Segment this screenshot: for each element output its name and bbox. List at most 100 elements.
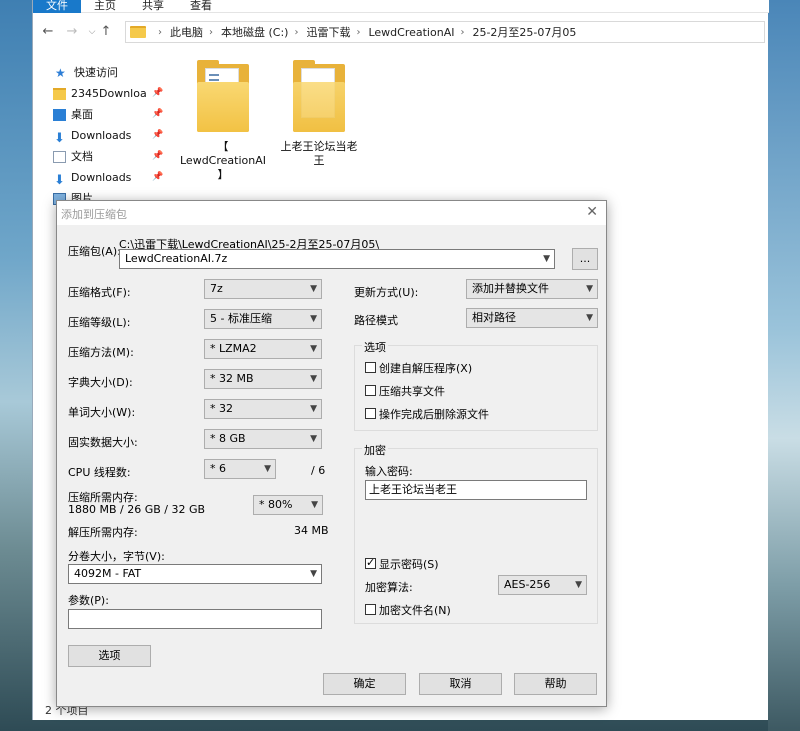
enc-method-value: AES-256 [504,578,551,591]
ok-button[interactable]: 确定 [323,673,406,695]
close-icon[interactable]: ✕ [586,204,598,220]
sidebar-item-documents[interactable]: 文档 [53,148,165,166]
update-label: 更新方式(U): [354,286,419,299]
mem-percent-value: * 80% [259,498,293,511]
solid-select[interactable]: * 8 GB ▼ [204,429,322,449]
chevron-right-icon[interactable]: › [158,27,162,38]
breadcrumb-item[interactable]: 此电脑 [170,24,203,40]
sidebar-item-label: 快速访问 [74,66,118,79]
chevron-right-icon[interactable]: › [294,27,298,38]
format-select[interactable]: 7z ▼ [204,279,322,299]
dict-select[interactable]: * 32 MB ▼ [204,369,322,389]
breadcrumb-item[interactable]: LewdCreationAI [368,26,454,39]
level-value: 5 - 标准压缩 [210,312,272,325]
chevron-down-icon: ▼ [310,284,317,294]
breadcrumb-item[interactable]: 本地磁盘 (C:) [221,24,288,40]
sidebar-item-label: 2345Downloa [71,87,147,100]
word-value: * 32 [210,402,233,415]
encrypt-names-checkbox[interactable]: 加密文件名(N) [365,602,451,618]
sidebar-item-2345downloads[interactable]: 2345Downloa [53,85,165,103]
chevron-right-icon[interactable]: › [209,27,213,38]
sidebar-item-quick-access[interactable]: ★ 快速访问 [55,64,167,82]
level-select[interactable]: 5 - 标准压缩 ▼ [204,309,322,329]
breadcrumb-item[interactable]: 25-2月至25-07月05 [472,24,576,40]
method-select[interactable]: * LZMA2 ▼ [204,339,322,359]
folder-name: 【 LewdCreationAI 】 [180,140,266,181]
options-button[interactable]: 选项 [68,645,151,667]
cpu-label: CPU 线程数: [68,466,131,479]
mem-decomp-label: 解压所需内存: [68,526,138,539]
chevron-right-icon[interactable]: › [356,27,360,38]
format-value: 7z [210,282,223,295]
mem-percent-select[interactable]: * 80% ▼ [253,495,323,515]
back-arrow-icon[interactable]: ← [39,22,57,42]
shared-files-checkbox-label: 压缩共享文件 [379,385,445,398]
checkbox-box [365,362,376,373]
update-select[interactable]: 添加并替换文件 ▼ [466,279,598,299]
sidebar-item-downloads[interactable]: ⬇ Downloads [53,127,165,145]
forward-arrow-icon[interactable]: → [63,22,81,42]
sfx-checkbox[interactable]: 创建自解压程序(X) [365,360,472,376]
show-password-checkbox[interactable]: 显示密码(S) [365,556,439,572]
chevron-down-icon: ▼ [310,314,317,324]
tab-file[interactable]: 文件 [33,0,81,13]
password-label: 输入密码: [365,465,413,478]
chevron-right-icon[interactable]: › [460,27,464,38]
desktop-wallpaper-strip [768,0,800,731]
params-label: 参数(P): [68,594,109,607]
update-value: 添加并替换文件 [472,282,549,295]
archive-name-value: LewdCreationAI.7z [125,252,228,265]
download-icon: ⬇ [54,131,65,145]
delete-after-checkbox[interactable]: 操作完成后删除源文件 [365,406,489,422]
sidebar-item-downloads-2[interactable]: ⬇ Downloads [53,169,165,187]
format-label: 压缩格式(F): [68,286,131,299]
pin-icon[interactable]: 📌 [152,109,163,119]
enc-method-label: 加密算法: [365,581,413,594]
folder-name: 上老王论坛当老 王 [280,140,358,167]
cancel-button[interactable]: 取消 [419,673,502,695]
method-value: * LZMA2 [210,342,257,355]
pin-icon[interactable]: 📌 [152,130,163,140]
volume-label: 分卷大小，字节(V): [68,550,165,563]
pathmode-label: 路径模式 [354,314,398,327]
up-arrow-icon[interactable]: ↑ [97,22,115,42]
pathmode-select[interactable]: 相对路径 ▼ [466,308,598,328]
ribbon-tabs: 文件 主页 共享 查看 [33,0,769,13]
cpu-select[interactable]: * 6 ▼ [204,459,276,479]
method-label: 压缩方法(M): [68,346,134,359]
pin-icon[interactable]: 📌 [152,151,163,161]
tab-view[interactable]: 查看 [187,0,215,13]
delete-after-checkbox-label: 操作完成后删除源文件 [379,408,489,421]
sidebar-item-desktop[interactable]: 桌面 [53,106,165,124]
enc-method-select[interactable]: AES-256 ▼ [498,575,587,595]
shared-files-checkbox[interactable]: 压缩共享文件 [365,383,445,399]
help-button[interactable]: 帮助 [514,673,597,695]
tab-share[interactable]: 共享 [139,0,167,13]
archive-label: 压缩包(A): [68,245,121,258]
tab-home[interactable]: 主页 [91,0,119,13]
password-input[interactable]: 上老王论坛当老王 [365,480,587,500]
browse-button[interactable]: ... [572,248,598,270]
sidebar-item-label: 桌面 [71,108,93,121]
pin-icon[interactable]: 📌 [152,88,163,98]
pin-icon[interactable]: 📌 [152,172,163,182]
solid-label: 固实数据大小: [68,436,138,449]
breadcrumb[interactable]: › 此电脑 › 本地磁盘 (C:) › 迅雷下载 › LewdCreationA… [125,21,765,43]
folder-icon [293,60,345,132]
word-label: 单词大小(W): [68,406,136,419]
volume-combo[interactable]: 4092M - FAT ▼ [68,564,322,584]
volume-value: 4092M - FAT [74,567,142,580]
folder-icon [197,60,249,132]
folder-item[interactable]: 【 LewdCreationAI 】 [173,60,273,182]
breadcrumb-item[interactable]: 迅雷下载 [306,24,350,40]
chevron-down-icon: ▼ [586,284,593,294]
solid-value: * 8 GB [210,432,246,445]
chevron-down-icon: ▼ [264,464,271,474]
cpu-total: / 6 [311,464,326,477]
archive-name-combo[interactable]: LewdCreationAI.7z ▼ [119,249,555,269]
folder-item[interactable]: 上老王论坛当老 王 [269,60,369,168]
word-select[interactable]: * 32 ▼ [204,399,322,419]
sidebar-item-label: Downloads [71,171,132,184]
params-input[interactable] [68,609,322,629]
checkbox-box [365,604,376,615]
